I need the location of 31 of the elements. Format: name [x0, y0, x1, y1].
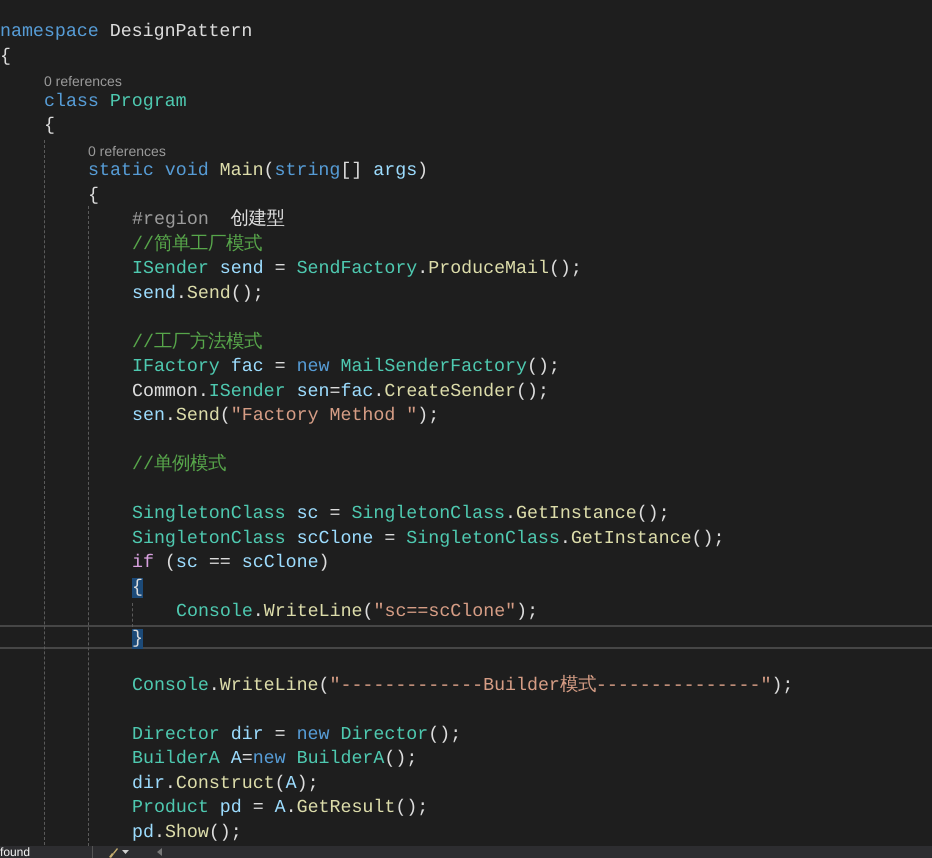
- code-line: SingletonClass sc = SingletonClass.GetInstance();: [132, 504, 670, 524]
- code-line: namespace DesignPattern: [0, 22, 252, 42]
- code-line: Common.ISender sen=fac.CreateSender();: [132, 382, 549, 402]
- code-line: ISender send = SendFactory.ProduceMail();: [132, 259, 582, 279]
- code-line: static void Main(string[] args): [88, 161, 428, 181]
- code-line: class Program: [44, 92, 187, 112]
- status-message: found: [0, 846, 32, 858]
- code-line: //工厂方法模式: [132, 332, 262, 352]
- caret-icon[interactable]: [122, 850, 129, 854]
- code-line: Console.WriteLine("-------------Builder模式---------------");: [132, 676, 794, 696]
- left-arrow-icon[interactable]: [157, 848, 162, 856]
- code-line: IFactory fac = new MailSenderFactory();: [132, 357, 560, 377]
- code-line: #region 创建型: [132, 210, 285, 230]
- code-line: sen.Send("Factory Method ");: [132, 406, 440, 426]
- code-line: Product pd = A.GetResult();: [132, 798, 428, 818]
- codelens-references[interactable]: 0 references: [88, 142, 166, 158]
- code-line: Console.WriteLine("sc==scClone");: [176, 602, 538, 622]
- code-line: if (sc == scClone): [132, 553, 330, 573]
- code-line: dir.Construct(A);: [132, 774, 319, 794]
- code-line: pd.Show();: [132, 822, 242, 842]
- code-line: Director dir = new Director();: [132, 724, 462, 744]
- code-line: {: [0, 46, 11, 66]
- code-line: {: [88, 186, 99, 206]
- codelens-references[interactable]: 0 references: [44, 73, 122, 89]
- code-line: send.Send();: [132, 284, 264, 304]
- code-line: SingletonClass scClone = SingletonClass.GetInstance();: [132, 528, 724, 548]
- brush-icon[interactable]: [107, 846, 119, 858]
- code-line: //简单工厂模式: [132, 234, 262, 254]
- code-line: {: [44, 116, 55, 136]
- code-line: BuilderA A=new BuilderA();: [132, 749, 418, 769]
- code-line: //单例模式: [132, 455, 226, 475]
